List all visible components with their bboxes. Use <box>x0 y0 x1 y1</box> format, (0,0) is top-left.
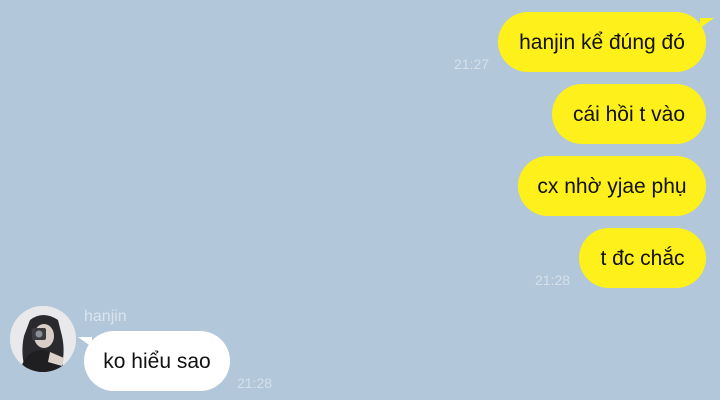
bubble-tail <box>78 337 92 347</box>
message-text: hanjin kể đúng đó <box>519 30 685 54</box>
incoming-message-bubble[interactable]: ko hiểu sao <box>84 331 230 391</box>
outgoing-message-bubble[interactable]: cx nhờ yjae phụ <box>518 156 706 216</box>
profile-photo-avatar <box>10 306 76 372</box>
message-text: cái hồi t vào <box>572 102 686 126</box>
bubble-tail <box>700 18 714 28</box>
message-timestamp: 21:28 <box>237 375 273 391</box>
message-timestamp: 21:27 <box>454 56 490 72</box>
chat-area: hanjin kể đúng đó 21:27 cái hồi t vào cx… <box>0 0 720 400</box>
avatar[interactable] <box>10 306 76 372</box>
message-text: ko hiểu sao <box>103 349 211 373</box>
message-text: cx nhờ yjae phụ <box>537 174 687 198</box>
sender-name[interactable]: hanjin <box>84 308 127 326</box>
outgoing-message-bubble[interactable]: hanjin kể đúng đó <box>498 12 706 72</box>
message-timestamp: 21:28 <box>535 272 571 288</box>
outgoing-message-bubble[interactable]: cái hồi t vào <box>552 84 706 144</box>
outgoing-message-bubble[interactable]: t đc chắc <box>579 228 706 288</box>
message-text: t đc chắc <box>600 246 685 270</box>
